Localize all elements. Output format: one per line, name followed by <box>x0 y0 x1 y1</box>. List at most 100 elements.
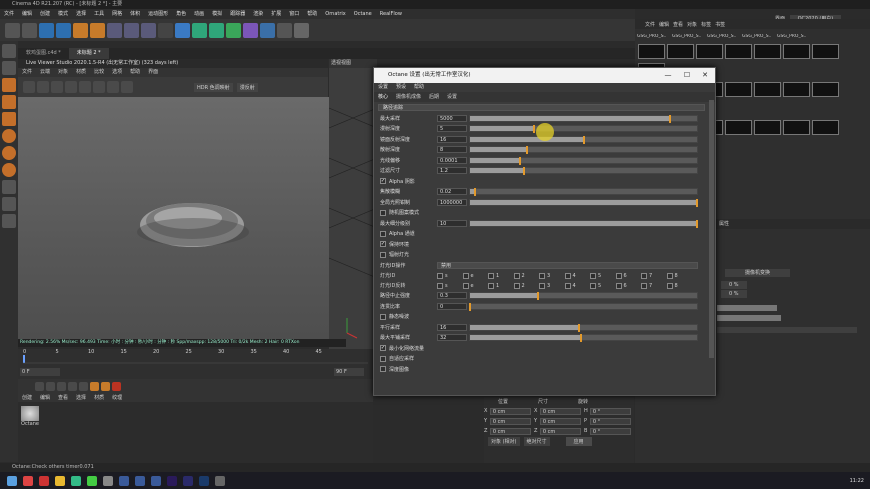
prev-frame-icon[interactable] <box>46 381 55 391</box>
record-icon[interactable] <box>112 381 121 391</box>
mode-select[interactable]: 漫反射 <box>236 82 258 92</box>
panel-tab[interactable]: 标签 <box>701 21 711 28</box>
checkbox-checked[interactable]: ✓ <box>380 345 386 352</box>
light-id-checkbox[interactable] <box>564 282 571 289</box>
light-id-checkbox[interactable] <box>666 272 673 279</box>
asset-thumb[interactable] <box>696 44 723 59</box>
checkbox-checked[interactable]: ✓ <box>380 241 386 248</box>
slider-handle[interactable] <box>582 135 585 144</box>
setting-value-input[interactable]: 5 <box>437 125 467 133</box>
slider-handle[interactable] <box>696 198 698 207</box>
checkbox-row[interactable]: ✓ Alpha 阴影 <box>374 176 715 187</box>
premiere-icon[interactable] <box>167 475 177 486</box>
setting-slider[interactable] <box>469 188 698 197</box>
lv-menu-item[interactable]: 云端 <box>36 68 54 77</box>
pen-icon[interactable] <box>192 22 207 38</box>
material-menu-item[interactable]: 创建 <box>18 394 36 401</box>
material-menu-item[interactable]: 查看 <box>54 394 72 401</box>
slider-handle[interactable] <box>525 146 528 155</box>
asset-thumb[interactable] <box>667 44 694 59</box>
setting-slider[interactable] <box>469 125 698 134</box>
setting-slider[interactable] <box>469 334 698 343</box>
coord-mode-select[interactable]: 对象 (相对) <box>488 437 520 446</box>
photoshop-icon[interactable] <box>199 475 209 486</box>
menu-item[interactable]: 扩展 <box>267 9 285 19</box>
snap-icon[interactable] <box>2 129 16 143</box>
setting-value-input[interactable]: 10 <box>437 219 467 227</box>
lv-menu-item[interactable]: 界面 <box>144 68 162 77</box>
setting-value-input[interactable]: 1.2 <box>437 167 467 175</box>
camera-transform-button[interactable]: 摄像机变换 <box>725 269 791 277</box>
close-icon[interactable]: ✕ <box>696 68 714 83</box>
light-id-cell[interactable]: 1 <box>488 282 514 289</box>
menu-item[interactable]: 创建 <box>36 9 54 19</box>
light-id-cell[interactable]: 4 <box>564 282 591 289</box>
asset-thumb[interactable] <box>754 82 781 97</box>
hdr-select[interactable]: HDR 色调映射 <box>194 82 233 92</box>
asset-thumb[interactable] <box>783 82 810 97</box>
coord-size-input[interactable]: 0 cm <box>539 427 581 435</box>
app-icon[interactable] <box>39 475 49 486</box>
coord-position-input[interactable]: 0 cm <box>489 417 531 425</box>
tab-doc-2[interactable]: 未标题 2 * <box>68 48 109 59</box>
start-icon[interactable] <box>7 475 17 486</box>
light-id-cell[interactable]: 7 <box>641 282 667 289</box>
go-start-icon[interactable] <box>35 381 44 391</box>
cinema4d-icon[interactable] <box>151 475 161 486</box>
z-axis-icon[interactable] <box>141 22 156 38</box>
menu-item[interactable]: 网格 <box>108 9 126 19</box>
coord-apply-button[interactable]: 应用 <box>565 437 592 446</box>
checkbox-unchecked[interactable] <box>380 355 386 362</box>
light-id-cell[interactable]: 2 <box>513 282 540 289</box>
slider-handle[interactable] <box>580 334 583 343</box>
asset-thumb[interactable] <box>754 120 781 135</box>
lv-menu-item[interactable]: 比较 <box>90 68 108 77</box>
menu-item[interactable]: 工具 <box>90 9 108 19</box>
light-id-checkbox[interactable] <box>488 272 494 279</box>
asset-thumb[interactable] <box>812 44 839 59</box>
slider-handle[interactable] <box>537 292 540 301</box>
model-mode-icon[interactable] <box>2 44 16 58</box>
app-icon[interactable] <box>215 475 225 486</box>
menu-item[interactable]: 模式 <box>54 9 72 19</box>
light-id-cell[interactable]: 2 <box>513 272 540 279</box>
coord-rotation-input[interactable]: 0 ° <box>589 407 631 415</box>
light-id-checkbox[interactable] <box>590 282 596 289</box>
panel-tab[interactable]: 对象 <box>687 21 697 28</box>
checkbox-row[interactable]: 深度图像 <box>374 364 715 375</box>
edges-mode-icon[interactable] <box>2 95 16 109</box>
live-select-icon[interactable] <box>39 22 54 38</box>
menu-item[interactable]: 模拟 <box>208 9 226 19</box>
coord-rotation-input[interactable]: 0 ° <box>589 417 631 425</box>
checkbox-row[interactable]: ✓ 保持环境 <box>374 239 715 250</box>
light-id-checkbox[interactable] <box>564 272 571 279</box>
floor-icon[interactable] <box>260 22 275 38</box>
light-id-checkbox[interactable] <box>615 282 622 289</box>
dialog-tab[interactable]: 核心 <box>374 92 392 102</box>
menu-item[interactable]: 选择 <box>72 9 90 19</box>
setting-slider[interactable] <box>469 198 698 207</box>
setting-slider[interactable] <box>469 219 698 228</box>
cube-icon[interactable] <box>175 22 190 38</box>
material-menu-item[interactable]: 纹理 <box>108 394 126 401</box>
cloner-icon[interactable] <box>226 22 241 38</box>
lv-menu-item[interactable]: 帮助 <box>126 68 144 77</box>
light-id-cell[interactable]: e <box>462 272 489 279</box>
asset-thumb[interactable] <box>725 44 752 59</box>
menu-item[interactable]: 帮助 <box>303 9 321 19</box>
light-id-checkbox[interactable] <box>641 272 647 279</box>
texture-mode-icon[interactable] <box>2 61 16 75</box>
setting-slider[interactable] <box>469 323 698 332</box>
setting-slider[interactable] <box>469 156 698 165</box>
play-icon[interactable] <box>57 381 66 391</box>
light-id-cell[interactable]: s <box>437 272 463 279</box>
slider-handle[interactable] <box>532 125 535 134</box>
menu-item[interactable]: 窗口 <box>285 9 303 19</box>
lv-pause-icon[interactable] <box>51 81 63 93</box>
y-axis-icon[interactable] <box>124 22 139 38</box>
menu-item[interactable]: 渲染 <box>249 9 267 19</box>
asset-thumb[interactable] <box>754 44 781 59</box>
lv-menu-item[interactable]: 文件 <box>18 68 36 77</box>
menu-item[interactable]: 运动图形 <box>144 9 172 19</box>
light-id-cell[interactable]: 7 <box>641 272 667 279</box>
